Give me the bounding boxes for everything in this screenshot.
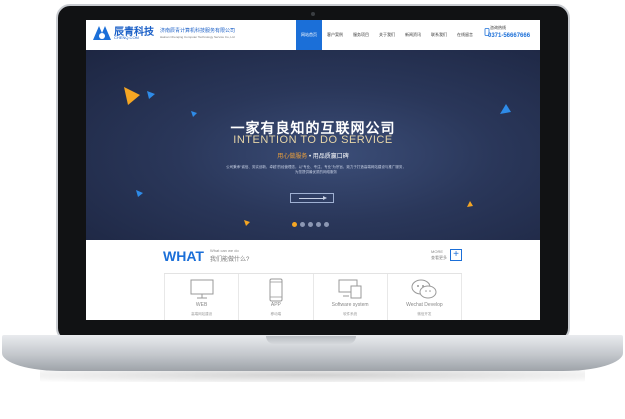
service-app[interactable]: APP 移动端 [238, 274, 312, 320]
service-web[interactable]: WEB 高端网站建设 [164, 274, 238, 320]
hero-more-button[interactable] [290, 193, 334, 203]
decor-triangle [244, 220, 250, 226]
phone-icon [269, 278, 283, 302]
hotline-number: 0371-56667666 [488, 33, 531, 39]
slogan-rest: • 用品质赢口碑 [307, 154, 349, 160]
more-label-en: MORE [431, 249, 443, 254]
brand-sub: CHENQ.COM [114, 35, 139, 40]
service-name: APP [270, 302, 281, 308]
decor-triangle [124, 87, 140, 105]
services-list: WEB 高端网站建设 APP 移动端 Software system 软件系统 … [164, 273, 462, 320]
laptop-notch [266, 336, 356, 344]
nav-item-message[interactable]: 在线留言 [452, 20, 478, 50]
nav-item-cases[interactable]: 客户案例 [322, 20, 348, 50]
section-title: WHAT [163, 248, 204, 264]
slogan-highlight: 用心做服务 [277, 154, 308, 160]
nav-item-contact[interactable]: 联系我们 [426, 20, 452, 50]
hero-description: 公司秉承“诚信、务实创新、卓越”的经营理念，以“专业、专注、专业”为宗旨，致力于… [226, 165, 406, 174]
monitor-icon [190, 279, 214, 299]
service-name: Wechat Develop [406, 302, 443, 308]
wechat-icon [411, 279, 437, 299]
service-wechat[interactable]: Wechat Develop 微信开发 [386, 274, 462, 320]
slider-dot-1[interactable] [292, 222, 297, 227]
service-desc: 软件系统 [343, 312, 358, 316]
nav-item-news[interactable]: 新闻资讯 [400, 20, 426, 50]
company-name-en: Hainan Chenqing Computer Technology Serv… [160, 35, 235, 39]
decor-triangle [147, 91, 155, 99]
hotline-label: 咨询热线 [490, 25, 506, 30]
slider-dot-4[interactable] [316, 222, 321, 227]
site-header: 辰青科技 CHENQ.COM 济南辰青计算机科技服务有限公司 Hainan Ch… [86, 20, 540, 50]
slider-dot-3[interactable] [308, 222, 313, 227]
decor-triangle [467, 201, 473, 207]
hero-slogan: 用心做服务 • 用品质赢口碑 [86, 151, 540, 160]
company-name: 济南辰青计算机科技服务有限公司 [160, 28, 236, 34]
arrowhead-icon [323, 196, 327, 200]
decor-triangle [191, 111, 197, 117]
camera [311, 12, 315, 16]
slider-dot-5[interactable] [324, 222, 329, 227]
decor-triangle [500, 104, 511, 114]
decor-triangle [136, 190, 143, 197]
what-section: WHAT What can we do 我们能做什么? MORE 查看更多 + … [86, 240, 540, 320]
service-name: Software system [331, 302, 369, 308]
screen: 辰青科技 CHENQ.COM 济南辰青计算机科技服务有限公司 Hainan Ch… [86, 20, 540, 320]
devices-icon [338, 279, 362, 299]
logo-icon [93, 26, 111, 40]
service-name: WEB [195, 302, 208, 308]
nav-item-home[interactable]: 网站首页 [296, 20, 322, 50]
service-desc: 高端网站建设 [191, 312, 213, 316]
service-desc: 移动端 [270, 312, 282, 316]
slider-dot-2[interactable] [300, 222, 305, 227]
nav-item-about[interactable]: 关于我们 [374, 20, 400, 50]
service-desc: 微信开发 [417, 312, 432, 316]
slider-dots [292, 222, 329, 227]
hero-banner: 一家有良知的互联网公司 INTENTION TO DO SERVICE 用心做服… [86, 50, 540, 240]
main-nav: 网站首页 客户案例 服务项目 关于我们 新闻资讯 联系我们 在线留言 [296, 20, 478, 50]
section-subtitle-cn: 我们能做什么? [210, 257, 250, 263]
arrow-icon [299, 198, 325, 199]
nav-item-services[interactable]: 服务项目 [348, 20, 374, 50]
more-label-cn: 查看更多 [431, 255, 447, 260]
section-subtitle-en: What can we do [210, 248, 239, 253]
service-software[interactable]: Software system 软件系统 [312, 274, 387, 320]
hero-subtitle: INTENTION TO DO SERVICE [233, 134, 393, 146]
more-plus-button[interactable]: + [450, 249, 462, 261]
